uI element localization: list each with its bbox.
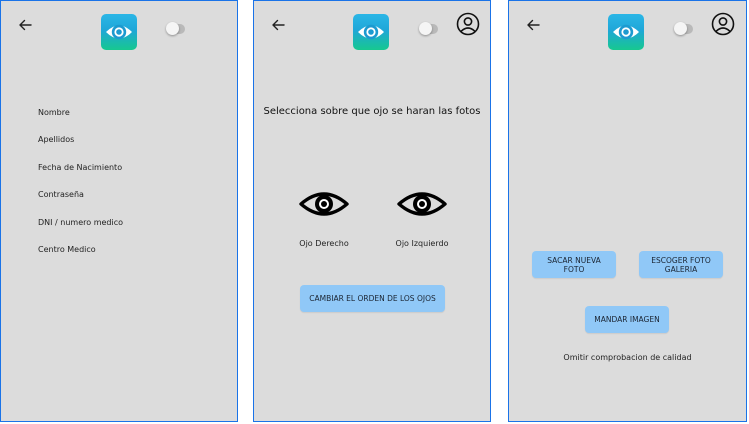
skip-quality-check-link[interactable]: Omitir comprobacion de calidad <box>509 353 746 362</box>
back-arrow-icon[interactable] <box>17 17 33 33</box>
toggle-knob <box>419 22 432 35</box>
eye-logo-icon <box>613 24 639 40</box>
swap-eyes-button[interactable]: CAMBIAR EL ORDEN DE LOS OJOS <box>300 285 445 312</box>
toggle-knob <box>166 22 179 35</box>
account-circle-icon[interactable] <box>711 12 735 36</box>
field-centro-medico[interactable]: Centro Medico <box>38 245 96 254</box>
eye-selection-heading: Selecciona sobre que ojo se haran las fo… <box>263 106 481 117</box>
app-logo <box>101 14 137 50</box>
screens-canvas: Nombre Apellidos Fecha de Nacimiento Con… <box>0 0 749 424</box>
mode-toggle[interactable] <box>419 22 438 35</box>
field-fecha-nacimiento[interactable]: Fecha de Nacimiento <box>38 163 122 172</box>
field-dni[interactable]: DNI / numero medico <box>38 218 123 227</box>
app-logo <box>353 14 389 50</box>
toggle-knob <box>674 22 687 35</box>
field-nombre[interactable]: Nombre <box>38 108 70 117</box>
choose-gallery-photo-button[interactable]: ESCOGER FOTO GALERIA <box>639 251 723 278</box>
photo-capture-screen: SACAR NUEVA FOTO ESCOGER FOTO GALERIA MA… <box>508 0 747 422</box>
eye-logo-icon <box>106 24 132 40</box>
left-eye-icon[interactable] <box>396 188 448 220</box>
back-arrow-icon[interactable] <box>525 17 541 33</box>
right-eye-label: Ojo Derecho <box>299 239 349 248</box>
gallery-button-line2: GALERIA <box>664 264 698 274</box>
right-eye-icon[interactable] <box>298 188 350 220</box>
field-apellidos[interactable]: Apellidos <box>38 135 74 144</box>
registration-screen: Nombre Apellidos Fecha de Nacimiento Con… <box>0 0 238 422</box>
field-contrasena[interactable]: Contraseña <box>38 190 84 199</box>
send-image-button[interactable]: MANDAR IMAGEN <box>585 306 669 333</box>
account-circle-icon[interactable] <box>456 12 480 36</box>
app-logo <box>608 14 644 50</box>
left-eye-label: Ojo Izquierdo <box>395 239 449 248</box>
eye-logo-icon <box>358 24 384 40</box>
eye-selection-screen: Selecciona sobre que ojo se haran las fo… <box>253 0 491 422</box>
gallery-button-line1: ESCOGER FOTO <box>651 255 711 265</box>
mode-toggle[interactable] <box>674 22 693 35</box>
back-arrow-icon[interactable] <box>270 17 286 33</box>
mode-toggle[interactable] <box>166 22 185 35</box>
take-photo-button[interactable]: SACAR NUEVA FOTO <box>532 251 616 278</box>
